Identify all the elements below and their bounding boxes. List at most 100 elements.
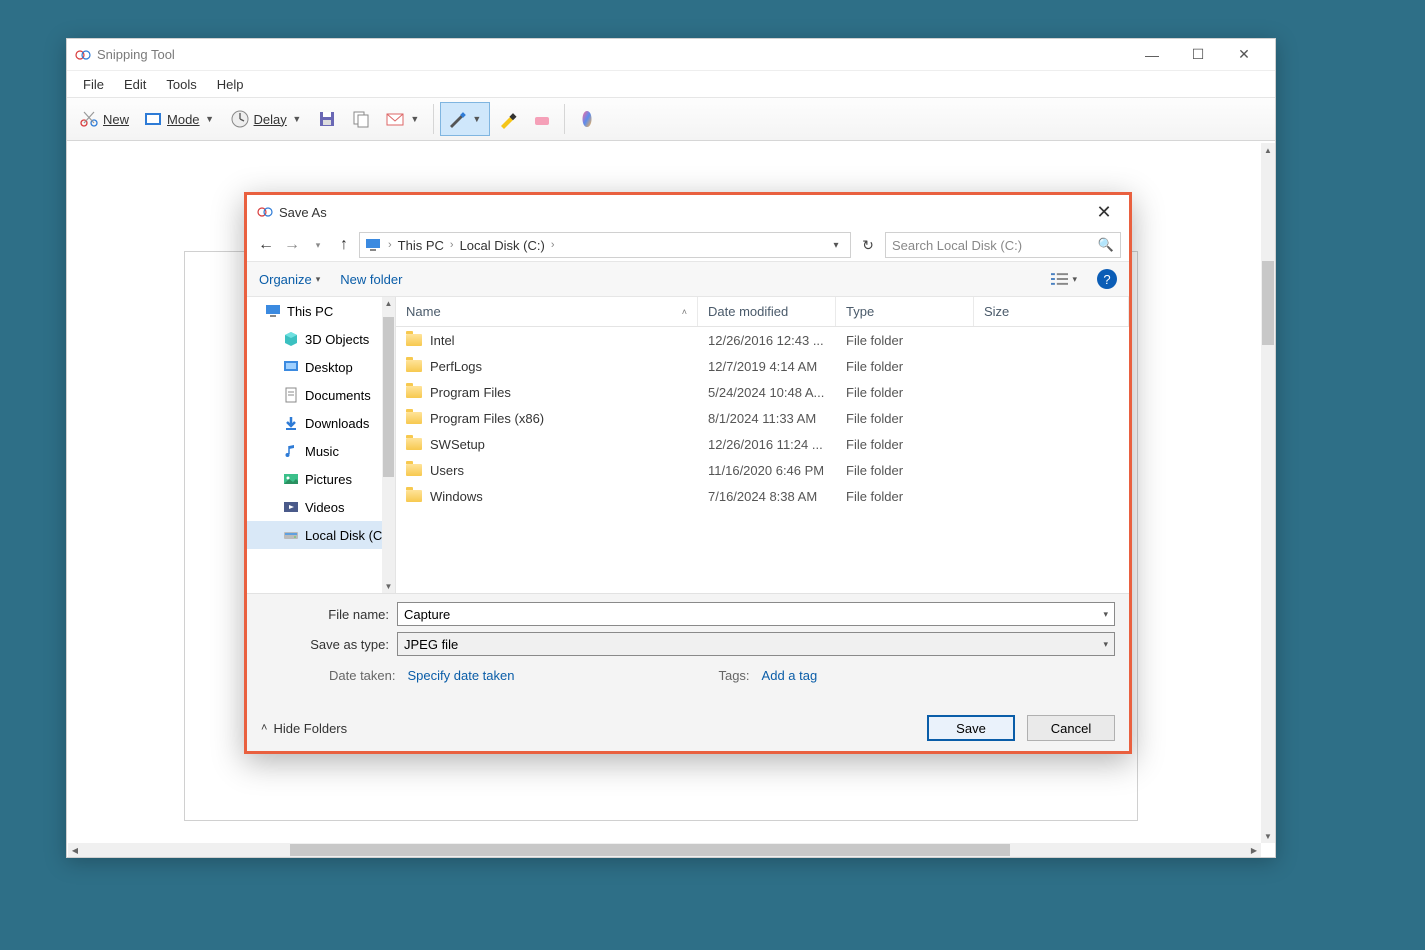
file-row[interactable]: SWSetup12/26/2016 11:24 ...File folder (396, 431, 1129, 457)
breadcrumb-this-pc[interactable]: This PC (398, 238, 444, 253)
scissors-icon (257, 204, 273, 220)
save-button[interactable] (311, 102, 343, 136)
scroll-up-icon[interactable]: ▲ (382, 297, 395, 310)
back-button[interactable]: ← (255, 234, 277, 256)
scroll-down-icon[interactable]: ▼ (1261, 829, 1275, 843)
eraser-button[interactable] (526, 102, 558, 136)
column-type[interactable]: Type (836, 297, 974, 326)
file-row[interactable]: Program Files5/24/2024 10:48 A...File fo… (396, 379, 1129, 405)
send-button[interactable]: ▼ (379, 102, 427, 136)
copy-button[interactable] (345, 102, 377, 136)
file-row[interactable]: Users11/16/2020 6:46 PMFile folder (396, 457, 1129, 483)
chevron-down-icon: ▼ (409, 114, 421, 124)
minimize-button[interactable]: — (1129, 40, 1175, 70)
tree-item-pictures[interactable]: Pictures (247, 465, 395, 493)
chevron-down-icon[interactable]: ▾ (826, 240, 846, 251)
breadcrumb[interactable]: › This PC › Local Disk (C:) › ▾ (359, 232, 851, 258)
chevron-down-icon: ▾ (1103, 609, 1108, 620)
tree-item-desktop[interactable]: Desktop (247, 353, 395, 381)
organize-button[interactable]: Organize▾ (259, 272, 320, 287)
filename-input[interactable]: Capture▾ (397, 602, 1115, 626)
tree-item-this-pc[interactable]: This PC (247, 297, 395, 325)
forward-button[interactable]: → (281, 234, 303, 256)
scroll-thumb[interactable] (1262, 261, 1274, 345)
tree-item-downloads[interactable]: Downloads (247, 409, 395, 437)
paint3d-icon (577, 109, 597, 129)
dialog-close-button[interactable]: ✕ (1089, 199, 1119, 225)
dialog-bottom: File name: Capture▾ Save as type: JPEG f… (247, 593, 1129, 751)
cancel-button[interactable]: Cancel (1027, 715, 1115, 741)
mode-button[interactable]: Mode ▼ (137, 102, 222, 136)
tree-item-music[interactable]: Music (247, 437, 395, 465)
scroll-thumb[interactable] (290, 844, 1010, 856)
file-name: Program Files (x86) (430, 411, 544, 426)
paint3d-button[interactable] (571, 102, 603, 136)
file-row[interactable]: Windows7/16/2024 8:38 AMFile folder (396, 483, 1129, 509)
save-as-dialog: Save As ✕ ← → ▾ ↑ › This PC › Local Disk… (244, 192, 1132, 754)
menu-edit[interactable]: Edit (114, 74, 156, 95)
up-button[interactable]: ↑ (333, 234, 355, 256)
search-input[interactable]: Search Local Disk (C:) 🔍 (885, 232, 1121, 258)
recent-dropdown[interactable]: ▾ (307, 234, 329, 256)
tags-link[interactable]: Add a tag (762, 668, 818, 683)
scroll-right-icon[interactable]: ▶ (1247, 843, 1261, 857)
save-button[interactable]: Save (927, 715, 1015, 741)
help-button[interactable]: ? (1097, 269, 1117, 289)
tree-item-label: Videos (305, 500, 345, 515)
file-list: Name˄ Date modified Type Size Intel12/26… (395, 297, 1129, 593)
app-title: Snipping Tool (97, 47, 1129, 62)
file-row[interactable]: Intel12/26/2016 12:43 ...File folder (396, 327, 1129, 353)
down-icon (283, 415, 299, 431)
file-type: File folder (836, 489, 974, 504)
folder-icon (406, 464, 422, 476)
column-size[interactable]: Size (974, 297, 1129, 326)
date-taken-label: Date taken: (329, 668, 396, 683)
vertical-scrollbar[interactable]: ▲ ▼ (1261, 143, 1275, 843)
scroll-left-icon[interactable]: ◀ (68, 843, 82, 857)
delay-button[interactable]: Delay ▼ (224, 102, 309, 136)
pc-icon (364, 236, 382, 254)
file-row[interactable]: Program Files (x86)8/1/2024 11:33 AMFile… (396, 405, 1129, 431)
filename-label: File name: (261, 607, 389, 622)
file-type: File folder (836, 437, 974, 452)
filename-row: File name: Capture▾ (261, 602, 1115, 626)
new-folder-button[interactable]: New folder (340, 272, 402, 287)
tree-item-label: Desktop (305, 360, 353, 375)
scroll-up-icon[interactable]: ▲ (1261, 143, 1275, 157)
maximize-button[interactable]: ☐ (1175, 40, 1221, 70)
column-name[interactable]: Name˄ (396, 297, 698, 326)
hide-folders-button[interactable]: ˄Hide Folders (261, 721, 347, 736)
file-date: 12/26/2016 11:24 ... (698, 437, 836, 452)
dialog-footer: ˄Hide Folders Save Cancel (261, 715, 1115, 741)
menu-help[interactable]: Help (207, 74, 254, 95)
scroll-down-icon[interactable]: ▼ (382, 580, 395, 593)
file-date: 7/16/2024 8:38 AM (698, 489, 836, 504)
tree-item-label: 3D Objects (305, 332, 369, 347)
eraser-icon (532, 109, 552, 129)
tree-item-local-disk-c-[interactable]: Local Disk (C:) (247, 521, 395, 549)
tree-item-videos[interactable]: Videos (247, 493, 395, 521)
chevron-down-icon: ▼ (291, 114, 303, 124)
date-taken-link[interactable]: Specify date taken (408, 668, 515, 683)
file-date: 12/26/2016 12:43 ... (698, 333, 836, 348)
scroll-thumb[interactable] (383, 317, 394, 477)
tree-item-documents[interactable]: Documents (247, 381, 395, 409)
file-date: 8/1/2024 11:33 AM (698, 411, 836, 426)
menu-tools[interactable]: Tools (156, 74, 206, 95)
file-row[interactable]: PerfLogs12/7/2019 4:14 AMFile folder (396, 353, 1129, 379)
column-date[interactable]: Date modified (698, 297, 836, 326)
new-snip-button[interactable]: New (73, 102, 135, 136)
window-controls: — ☐ ✕ (1129, 40, 1267, 70)
view-button[interactable]: ▾ (1051, 266, 1077, 292)
refresh-button[interactable]: ↻ (855, 232, 881, 258)
dialog-title: Save As (279, 205, 1089, 220)
breadcrumb-local-disk[interactable]: Local Disk (C:) (460, 238, 545, 253)
tree-scrollbar[interactable]: ▲▼ (382, 297, 395, 593)
pen-button[interactable]: ▼ (440, 102, 490, 136)
close-button[interactable]: ✕ (1221, 40, 1267, 70)
highlighter-button[interactable] (492, 102, 524, 136)
tree-item-3d-objects[interactable]: 3D Objects (247, 325, 395, 353)
filetype-select[interactable]: JPEG file▾ (397, 632, 1115, 656)
horizontal-scrollbar[interactable]: ◀ ▶ (68, 843, 1261, 857)
menu-file[interactable]: File (73, 74, 114, 95)
